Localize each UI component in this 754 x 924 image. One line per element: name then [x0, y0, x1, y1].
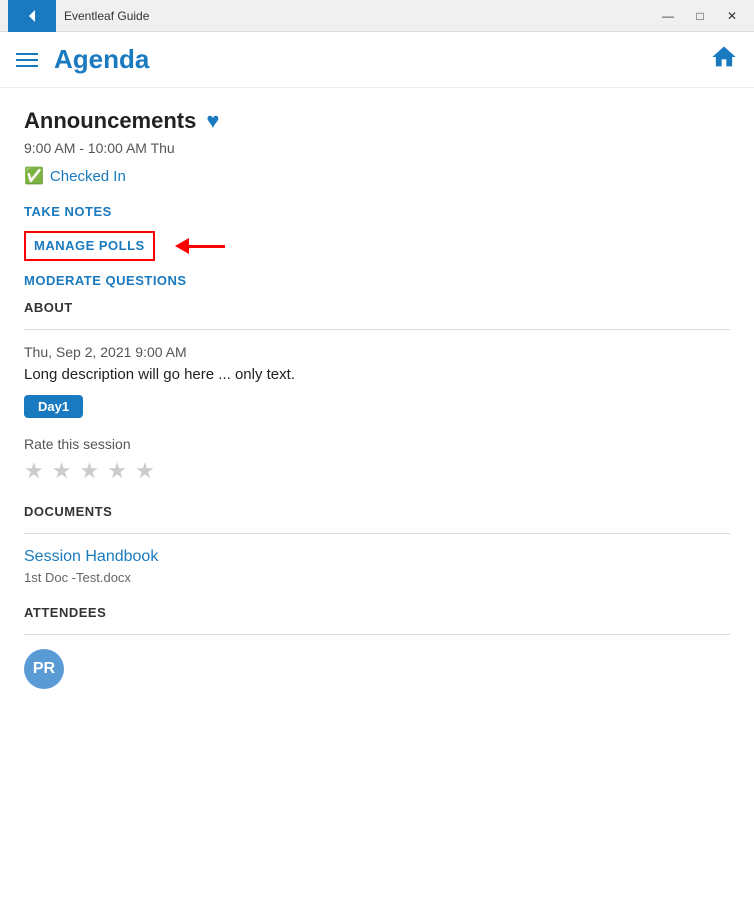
home-button[interactable] — [710, 43, 738, 76]
main-content: Announcements ♥ 9:00 AM - 10:00 AM Thu ✅… — [0, 88, 754, 924]
star-1[interactable]: ★ — [24, 458, 44, 484]
manage-polls-container: MANAGE POLLS — [24, 231, 155, 261]
title-bar: Eventleaf Guide — □ ✕ — [0, 0, 754, 32]
check-circle-icon: ✅ — [24, 166, 44, 186]
rate-label: Rate this session — [24, 436, 730, 452]
session-title-row: Announcements ♥ — [24, 108, 730, 134]
checked-in-status[interactable]: ✅ Checked In — [24, 166, 730, 186]
attendees-section: ATTENDEES PR — [24, 605, 730, 689]
checked-in-label: Checked In — [50, 168, 126, 185]
maximize-button[interactable]: □ — [686, 6, 714, 26]
star-2[interactable]: ★ — [52, 458, 72, 484]
page-title: Agenda — [54, 44, 149, 75]
arrow-line — [189, 245, 225, 248]
star-3[interactable]: ★ — [79, 458, 99, 484]
moderate-questions-link[interactable]: MODERATE QUESTIONS — [24, 273, 730, 288]
attendee-row: PR — [24, 649, 730, 689]
back-button[interactable] — [8, 0, 56, 32]
take-notes-link[interactable]: TAKE NOTES — [24, 204, 730, 219]
hamburger-menu-icon[interactable] — [16, 53, 38, 67]
minimize-button[interactable]: — — [654, 6, 682, 26]
close-button[interactable]: ✕ — [718, 6, 746, 26]
documents-divider — [24, 533, 730, 534]
session-time: 9:00 AM - 10:00 AM Thu — [24, 140, 730, 156]
about-description: Long description will go here ... only t… — [24, 366, 730, 383]
star-4[interactable]: ★ — [107, 458, 127, 484]
arrow-head-icon — [175, 238, 189, 254]
app-header: Agenda — [0, 32, 754, 88]
avatar: PR — [24, 649, 64, 689]
manage-polls-box: MANAGE POLLS — [24, 231, 155, 261]
window-controls: — □ ✕ — [654, 6, 746, 26]
rate-section: Rate this session ★ ★ ★ ★ ★ — [24, 436, 730, 484]
documents-heading: DOCUMENTS — [24, 504, 730, 519]
star-5[interactable]: ★ — [135, 458, 155, 484]
document-link[interactable]: Session Handbook — [24, 548, 730, 566]
day-badge: Day1 — [24, 395, 83, 418]
attendees-heading: ATTENDEES — [24, 605, 730, 620]
about-date: Thu, Sep 2, 2021 9:00 AM — [24, 344, 730, 360]
star-rating[interactable]: ★ ★ ★ ★ ★ — [24, 458, 730, 484]
about-heading: ABOUT — [24, 300, 730, 315]
hamburger-line — [16, 59, 38, 61]
session-title: Announcements — [24, 108, 196, 134]
documents-section: DOCUMENTS Session Handbook 1st Doc -Test… — [24, 504, 730, 585]
manage-polls-link[interactable]: MANAGE POLLS — [34, 238, 145, 253]
about-divider — [24, 329, 730, 330]
app-name: Eventleaf Guide — [64, 9, 654, 23]
hamburger-line — [16, 65, 38, 67]
attendees-divider — [24, 634, 730, 635]
hamburger-line — [16, 53, 38, 55]
header-left: Agenda — [16, 44, 149, 75]
document-filename: 1st Doc -Test.docx — [24, 570, 730, 585]
favorite-heart-icon[interactable]: ♥ — [206, 108, 219, 134]
arrow-annotation — [175, 238, 225, 254]
